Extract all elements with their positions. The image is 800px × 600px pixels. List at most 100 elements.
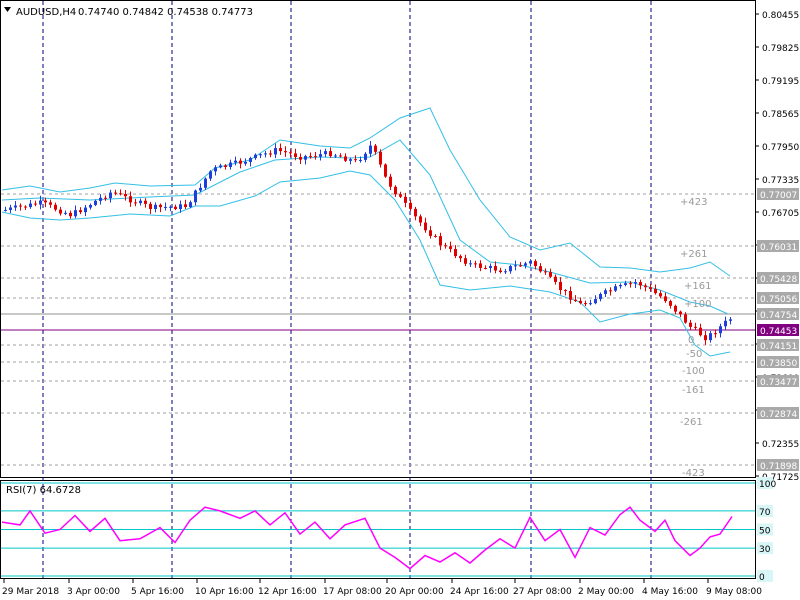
price-tag-label: 0.73477 [760,378,797,388]
time-axis-label: 12 Apr 16:00 [258,587,317,597]
candle-body [379,151,382,165]
candle-body [599,293,602,300]
candle-body [499,270,502,273]
price-tag-label: 0.77007 [760,191,797,201]
candle-body [174,206,177,210]
time-axis-label: 3 Apr 00:00 [67,587,120,597]
candle-body [269,153,272,155]
candle-body [479,263,482,268]
candle-body [514,265,517,267]
candle-body [219,165,222,168]
candle-body [254,154,257,159]
fib-label: -50 [686,349,702,360]
candle-body [14,205,17,208]
candle-body [629,283,632,285]
trading-chart[interactable]: +423 +261 +161 +100 0 -50 -100 -161 -261 -423 0.8… [0,0,800,600]
time-axis-label: 2 May 00:00 [578,587,634,597]
candle-body [594,299,597,304]
time-axis-label: 4 May 16:00 [642,587,698,597]
candle-body [319,154,322,157]
candle-body [699,327,702,336]
candle-body [394,186,397,195]
candle-body [624,283,627,285]
candle-body [559,281,562,291]
candle-body [189,202,192,208]
candle-body [669,301,672,306]
fib-label: -423 [682,468,705,479]
candle-body [329,151,332,157]
candle-body [649,287,652,289]
candle-body [374,145,377,152]
time-axis-label: 5 Apr 16:00 [131,587,184,597]
fib-label: 0 [688,335,694,346]
candle-body [584,303,587,305]
candle-body [474,263,477,265]
candle-body [4,209,7,211]
candle-body [9,207,12,210]
rsi-level-label: 30 [759,545,771,555]
candle-body [564,290,567,292]
candle-body [634,282,637,284]
candle-body [314,156,317,158]
candle-body [299,157,302,160]
price-tag-label: 0.74453 [760,327,797,337]
candle-body [589,303,592,305]
time-axis-label: 20 Apr 00:00 [385,587,444,597]
fib-label: +161 [684,281,711,292]
candle-body [619,284,622,287]
candle-body [289,152,292,154]
candle-body [184,204,187,208]
main-chart-frame[interactable] [0,0,756,478]
candle-body [429,230,432,236]
candle-body [579,300,582,304]
candle-body [369,145,372,154]
candle-body [64,212,67,214]
candle-body [529,261,532,264]
candle-body [384,164,387,177]
candle-body [399,194,402,197]
candle-body [324,151,327,155]
candle-body [539,266,542,272]
candle-body [389,176,392,187]
candle-body [679,311,682,315]
candle-body [714,333,717,335]
price-axis-label: 0.76705 [762,209,799,219]
price-axis-label: 0.79195 [762,77,799,87]
fib-label: +261 [680,249,707,260]
candle-body [94,200,97,205]
price-tag-label: 0.75428 [760,275,797,285]
candle-body [84,207,87,213]
fib-label: +423 [680,197,707,208]
candle-body [209,171,212,179]
candle-body [659,293,662,297]
candle-body [494,266,497,271]
candle-body [54,204,57,210]
candle-body [204,178,207,188]
price-tag-label: 0.76031 [760,243,797,253]
candle-body [524,263,527,266]
candle-body [704,335,707,341]
candle-body [169,206,172,208]
candle-body [504,271,507,273]
candle-body [144,200,147,204]
candle-body [654,288,657,294]
candle-body [644,285,647,288]
candle-body [234,160,237,163]
price-axis-label: 0.80455 [762,11,799,21]
candle-body [354,159,357,161]
price-tag-label: 0.74151 [760,342,797,352]
candle-body [49,202,52,205]
price-axis-label: 0.77950 [762,143,799,153]
candle-body [24,206,27,208]
candle-body [344,156,347,161]
candle-body [424,222,427,231]
time-axis-label: 10 Apr 16:00 [195,587,254,597]
candle-body [519,265,522,267]
rsi-level-label: 0 [759,573,765,583]
candle-body [419,216,422,223]
candle-body [59,209,62,214]
fib-label: -100 [682,366,705,377]
price-axis-label: 0.79825 [762,44,799,54]
candle-body [709,333,712,341]
candle-body [259,154,262,156]
